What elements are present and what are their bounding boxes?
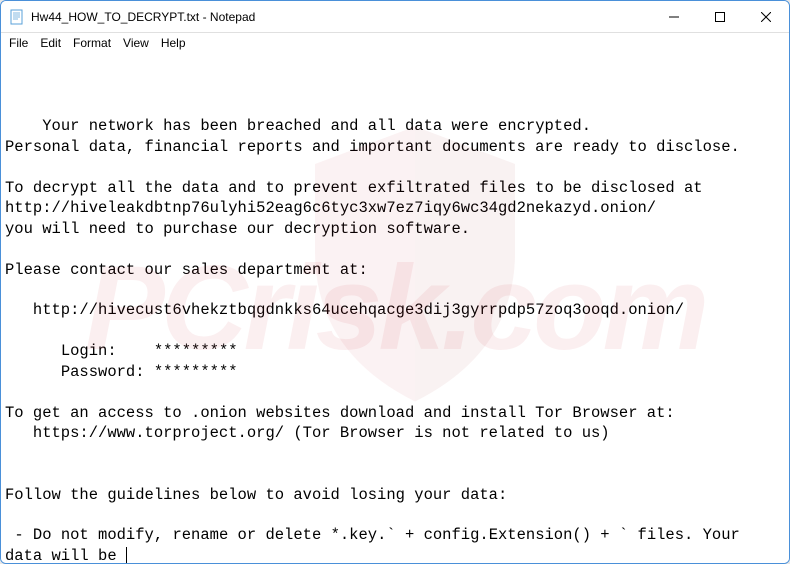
- notepad-icon: [9, 9, 25, 25]
- document-text: Your network has been breached and all d…: [5, 117, 749, 563]
- window-title: Hw44_HOW_TO_DECRYPT.txt - Notepad: [31, 10, 651, 24]
- close-icon: [761, 12, 771, 22]
- text-area[interactable]: PCrisk.com Your network has been breache…: [1, 53, 789, 563]
- menu-help[interactable]: Help: [155, 35, 192, 51]
- menu-view[interactable]: View: [117, 35, 155, 51]
- menubar: File Edit Format View Help: [1, 33, 789, 53]
- minimize-button[interactable]: [651, 1, 697, 32]
- window-controls: [651, 1, 789, 32]
- menu-edit[interactable]: Edit: [34, 35, 67, 51]
- notepad-window: Hw44_HOW_TO_DECRYPT.txt - Notepad File E…: [0, 0, 790, 564]
- menu-file[interactable]: File: [3, 35, 34, 51]
- menu-format[interactable]: Format: [67, 35, 117, 51]
- text-caret: [126, 547, 127, 563]
- maximize-button[interactable]: [697, 1, 743, 32]
- titlebar[interactable]: Hw44_HOW_TO_DECRYPT.txt - Notepad: [1, 1, 789, 33]
- minimize-icon: [669, 12, 679, 22]
- close-button[interactable]: [743, 1, 789, 32]
- maximize-icon: [715, 12, 725, 22]
